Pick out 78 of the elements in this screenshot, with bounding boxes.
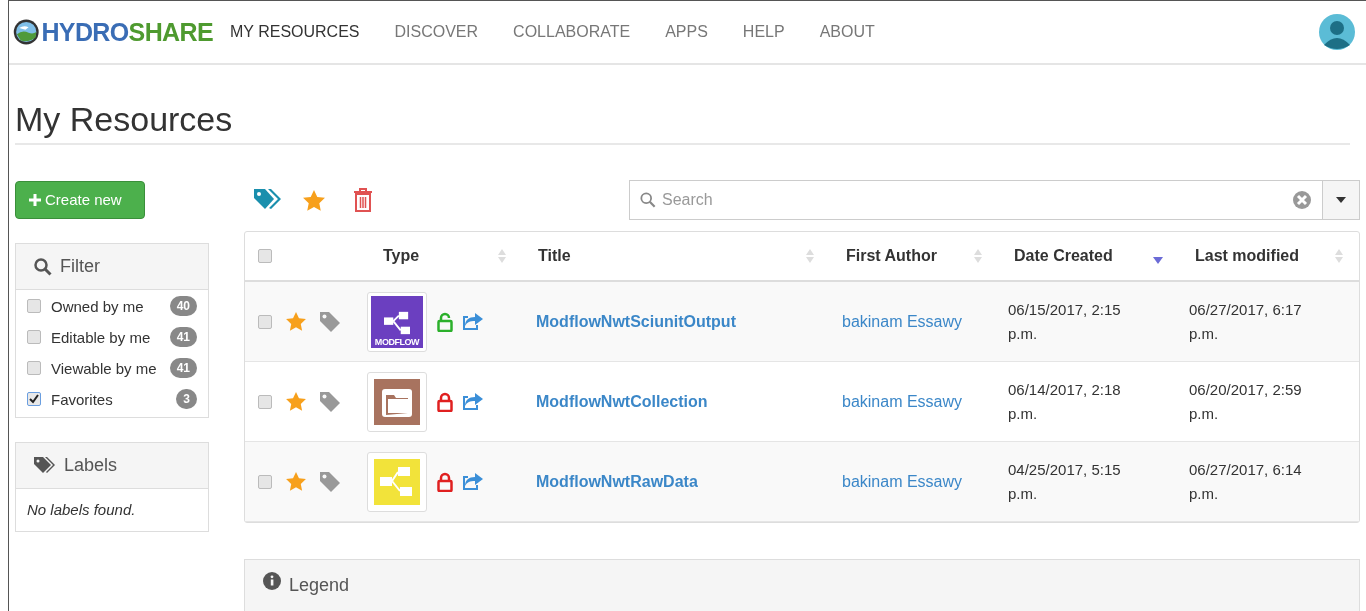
- date-modified: 06/20/2017, 2:59 p.m.: [1189, 379, 1303, 424]
- panel-title: Filter: [60, 255, 100, 278]
- nav-link[interactable]: MY RESOURCES: [230, 20, 360, 44]
- nav-link[interactable]: DISCOVER: [394, 20, 479, 44]
- checkbox[interactable]: [258, 314, 272, 329]
- star-icon[interactable]: [286, 472, 306, 491]
- nav-link[interactable]: HELP: [742, 20, 785, 44]
- filter-option[interactable]: Editable by me: [51, 327, 160, 349]
- date-modified: 06/27/2017, 6:17 p.m.: [1189, 299, 1303, 344]
- logo-text[interactable]: HYDROSHARE: [41, 19, 213, 45]
- column-header[interactable]: Type: [383, 244, 420, 268]
- empty-message: No labels found.: [27, 499, 136, 520]
- page-title: My Resources: [15, 65, 1350, 145]
- checkbox[interactable]: [258, 249, 272, 263]
- type-label: MODFLOW: [374, 335, 420, 348]
- column-header[interactable]: Last modified: [1195, 244, 1299, 268]
- author-link[interactable]: bakinam Essawy: [842, 392, 963, 410]
- column-header[interactable]: Date Created: [1014, 244, 1113, 268]
- sort-icon[interactable]: [974, 249, 982, 263]
- sort-descending-icon[interactable]: [1153, 256, 1163, 264]
- filter-option[interactable]: Viewable by me: [51, 358, 160, 380]
- date-created: 04/25/2017, 5:15 p.m.: [1008, 459, 1122, 504]
- date-modified: 06/27/2017, 6:14 p.m.: [1189, 459, 1303, 504]
- count-badge: 41: [169, 358, 197, 378]
- search-icon: [34, 257, 52, 276]
- plus-icon: [29, 194, 41, 206]
- checkbox[interactable]: [27, 392, 41, 406]
- search-input[interactable]: Search: [662, 188, 1286, 212]
- tag-icon[interactable]: [320, 311, 340, 332]
- date-created: 06/14/2017, 2:18 p.m.: [1008, 379, 1122, 424]
- folder-icon: [374, 378, 420, 425]
- column-header[interactable]: Title: [538, 244, 571, 268]
- author-link[interactable]: bakinam Essawy: [842, 472, 963, 490]
- caret-icon: [1336, 197, 1346, 203]
- nav-link[interactable]: APPS: [665, 20, 708, 44]
- count-badge: 3: [176, 389, 197, 409]
- sort-icon[interactable]: [498, 249, 506, 263]
- resource-title-link[interactable]: ModflowNwtCollection: [536, 392, 708, 410]
- checkbox[interactable]: [258, 394, 272, 409]
- info-icon: [263, 572, 281, 590]
- tags-icon[interactable]: [254, 189, 282, 211]
- check-icon: [29, 394, 39, 404]
- checkbox[interactable]: [27, 361, 41, 375]
- user-avatar-icon[interactable]: [1318, 13, 1356, 51]
- nav-link[interactable]: ABOUT: [819, 20, 875, 44]
- share-icon[interactable]: [463, 312, 483, 331]
- sort-icon[interactable]: [1335, 249, 1343, 263]
- tag-icon[interactable]: [320, 471, 340, 492]
- trash-icon[interactable]: [353, 188, 373, 212]
- column-header[interactable]: First Author: [846, 244, 937, 268]
- author-link[interactable]: bakinam Essawy: [842, 312, 963, 330]
- legend-panel[interactable]: Legend: [244, 559, 1360, 611]
- star-icon[interactable]: [303, 189, 325, 211]
- create-new-button[interactable]: Create new: [15, 181, 145, 219]
- share-icon[interactable]: [463, 392, 483, 411]
- search-icon: [640, 192, 656, 208]
- panel-title: Labels: [64, 454, 118, 477]
- clear-icon[interactable]: [1292, 190, 1312, 210]
- tag-icon[interactable]: [320, 391, 340, 412]
- star-icon[interactable]: [286, 392, 306, 411]
- tags-icon: [34, 456, 56, 475]
- count-badge: 40: [169, 296, 197, 316]
- checkbox[interactable]: [258, 474, 272, 489]
- search-field[interactable]: Search: [629, 180, 1323, 220]
- checkbox[interactable]: [27, 330, 41, 344]
- date-created: 06/15/2017, 2:15 p.m.: [1008, 299, 1122, 344]
- sort-icon[interactable]: [806, 249, 814, 263]
- star-icon[interactable]: [286, 312, 306, 331]
- resource-title-link[interactable]: ModflowNwtRawData: [536, 472, 698, 490]
- checkbox[interactable]: [27, 299, 41, 313]
- count-badge: 41: [169, 327, 197, 347]
- resource-title-link[interactable]: ModflowNwtSciunitOutput: [536, 312, 736, 330]
- filter-option[interactable]: Favorites: [51, 389, 161, 411]
- dropdown-button[interactable]: [1323, 180, 1360, 220]
- share-icon[interactable]: [463, 472, 483, 491]
- nav-link[interactable]: COLLABORATE: [513, 20, 631, 44]
- network-icon: [374, 458, 420, 505]
- filter-option[interactable]: Owned by me: [51, 296, 160, 318]
